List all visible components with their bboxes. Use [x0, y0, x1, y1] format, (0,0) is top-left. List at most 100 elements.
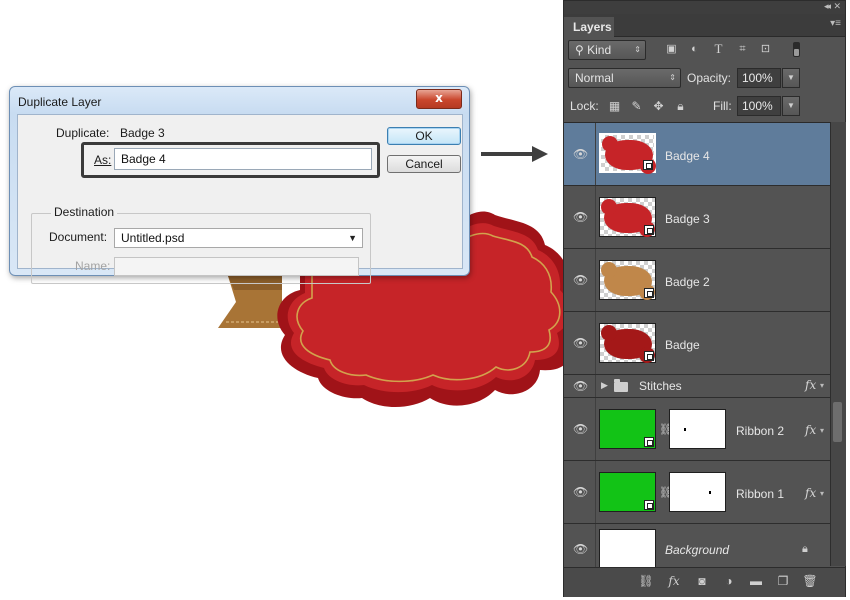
lock-position-icon[interactable]: ✥: [652, 100, 665, 112]
opacity-input[interactable]: 100%: [737, 68, 781, 88]
layer-name[interactable]: Background: [665, 543, 729, 557]
type-filter-icon[interactable]: T: [712, 42, 725, 55]
expand-effects-icon[interactable]: ▾: [820, 426, 824, 435]
collapse-icon[interactable]: ◂◂: [824, 1, 831, 12]
row-divider: [595, 123, 596, 185]
layer-row-badge-4[interactable]: 👁︎ Badge 4: [564, 123, 830, 186]
layer-name[interactable]: Badge 4: [665, 149, 710, 163]
layer-row-badge[interactable]: 👁︎ Badge: [564, 312, 830, 375]
layer-row-background[interactable]: 👁︎ Background 🔒︎: [564, 524, 830, 567]
stepper-arrows-icon: ⇕: [669, 73, 676, 82]
document-label: Document:: [49, 230, 108, 244]
opacity-label: Opacity:: [687, 71, 732, 85]
layer-thumbnail: [599, 409, 656, 449]
smart-object-icon: [644, 351, 654, 361]
expand-effects-icon[interactable]: ▾: [820, 489, 824, 498]
layer-name[interactable]: Stitches: [639, 379, 682, 393]
layer-thumbnail: [599, 472, 656, 512]
shape-filter-icon[interactable]: ⌗: [736, 43, 749, 55]
new-group-icon[interactable]: ▬: [748, 574, 764, 588]
layer-name[interactable]: Ribbon 2: [736, 424, 784, 438]
search-icon: ⚲: [575, 43, 588, 57]
blend-mode-select[interactable]: Normal ⇕: [568, 68, 681, 88]
close-button[interactable]: x: [416, 89, 462, 109]
fill-input[interactable]: 100%: [737, 96, 781, 116]
cancel-button[interactable]: Cancel: [387, 155, 461, 173]
dropdown-arrow-icon: ▼: [348, 233, 357, 243]
row-divider: [595, 312, 596, 374]
opacity-dropdown-icon[interactable]: ▼: [782, 68, 800, 88]
row-divider: [595, 186, 596, 248]
document-select[interactable]: Untitled.psd ▼: [114, 228, 363, 248]
filter-kind-select[interactable]: ⚲ Kind ⇕: [568, 40, 646, 60]
fx-icon[interactable]: fx: [805, 423, 816, 437]
layer-name[interactable]: Badge 2: [665, 275, 710, 289]
row-divider: [595, 249, 596, 311]
layer-row-ribbon-1[interactable]: 👁︎ ⛓︎ Ribbon 1 fx ▾: [564, 461, 830, 524]
layer-row-stitches-group[interactable]: 👁︎ ▶ Stitches fx ▾: [564, 375, 830, 398]
layers-list: 👁︎ Badge 4 👁︎ Badge 3 👁︎ Badge 2 👁︎ Badg…: [564, 122, 830, 567]
adjustment-filter-icon[interactable]: ◐: [688, 43, 701, 55]
panel-top-bar: ◂◂ ✕: [564, 1, 845, 14]
visibility-eye-icon[interactable]: 👁︎: [573, 543, 588, 555]
vector-shape-icon: [644, 437, 654, 447]
new-layer-icon[interactable]: ❐: [775, 574, 791, 588]
mask-mark: [684, 428, 686, 431]
visibility-eye-icon[interactable]: 👁︎: [573, 380, 588, 392]
layer-row-ribbon-2[interactable]: 👁︎ ⛓︎ Ribbon 2 fx ▾: [564, 398, 830, 461]
fx-icon[interactable]: fx: [666, 574, 682, 588]
padlock-icon: 🔒︎: [802, 543, 808, 555]
delete-layer-icon[interactable]: 🗑︎: [802, 574, 818, 588]
name-label: Name:: [75, 259, 111, 273]
layers-panel: ◂◂ ✕ Layers ▾≡ ⚲ Kind ⇕ ▣ ◐ T ⌗ ⊡ Normal…: [563, 0, 846, 597]
close-panel-icon[interactable]: ✕: [833, 1, 841, 12]
lock-all-icon[interactable]: 🔒︎: [674, 100, 687, 112]
visibility-eye-icon[interactable]: 👁︎: [573, 486, 588, 498]
layer-thumbnail: [599, 133, 656, 174]
scrollbar-thumb[interactable]: [833, 402, 842, 442]
pointer-arrow-shaft: [481, 152, 535, 156]
visibility-eye-icon[interactable]: 👁︎: [573, 211, 588, 223]
expand-effects-icon[interactable]: ▾: [820, 381, 824, 390]
lock-label: Lock:: [570, 99, 599, 113]
row-divider: [595, 375, 596, 397]
adjustment-layer-icon[interactable]: ◑: [721, 574, 737, 588]
layer-name[interactable]: Ribbon 1: [736, 487, 784, 501]
image-filter-icon[interactable]: ▣: [665, 43, 678, 55]
duplicate-value: Badge 3: [120, 126, 165, 140]
tab-layers[interactable]: Layers: [564, 17, 614, 37]
layer-row-badge-2[interactable]: 👁︎ Badge 2: [564, 249, 830, 312]
smart-object-filter-icon[interactable]: ⊡: [759, 43, 772, 55]
visibility-eye-icon[interactable]: 👁︎: [573, 423, 588, 435]
as-label: As:: [94, 153, 112, 167]
visibility-eye-icon[interactable]: 👁︎: [573, 148, 588, 160]
panel-menu-icon[interactable]: ▾≡: [830, 18, 841, 29]
blend-mode-value: Normal: [575, 71, 614, 85]
as-name-input[interactable]: Badge 4: [114, 148, 372, 170]
fill-dropdown-icon[interactable]: ▼: [782, 96, 800, 116]
folder-icon: [614, 379, 628, 392]
smart-object-icon: [643, 160, 653, 170]
lock-image-icon[interactable]: ✎: [630, 100, 643, 112]
visibility-eye-icon[interactable]: 👁︎: [573, 337, 588, 349]
dialog-title: Duplicate Layer: [18, 95, 102, 109]
ok-button[interactable]: OK: [387, 127, 461, 145]
filter-toggle-switch[interactable]: [793, 42, 800, 57]
layer-name[interactable]: Badge: [665, 338, 700, 352]
fx-icon[interactable]: fx: [805, 486, 816, 500]
layer-row-badge-3[interactable]: 👁︎ Badge 3: [564, 186, 830, 249]
add-mask-icon[interactable]: ◙: [694, 574, 710, 588]
layer-name[interactable]: Badge 3: [665, 212, 710, 226]
visibility-eye-icon[interactable]: 👁︎: [573, 274, 588, 286]
row-divider: [595, 524, 596, 567]
expand-triangle-icon[interactable]: ▶: [601, 380, 608, 391]
stepper-arrows-icon: ⇕: [634, 45, 641, 54]
layer-mask-thumbnail[interactable]: [669, 409, 726, 449]
pointer-arrow-head: [532, 146, 548, 162]
layers-scrollbar[interactable]: [830, 122, 846, 566]
layer-mask-thumbnail[interactable]: [669, 472, 726, 512]
fx-icon[interactable]: fx: [805, 378, 816, 392]
name-input: [114, 257, 359, 276]
link-layers-icon[interactable]: ⛓︎: [638, 574, 654, 588]
lock-transparent-icon[interactable]: ▦: [608, 100, 621, 112]
